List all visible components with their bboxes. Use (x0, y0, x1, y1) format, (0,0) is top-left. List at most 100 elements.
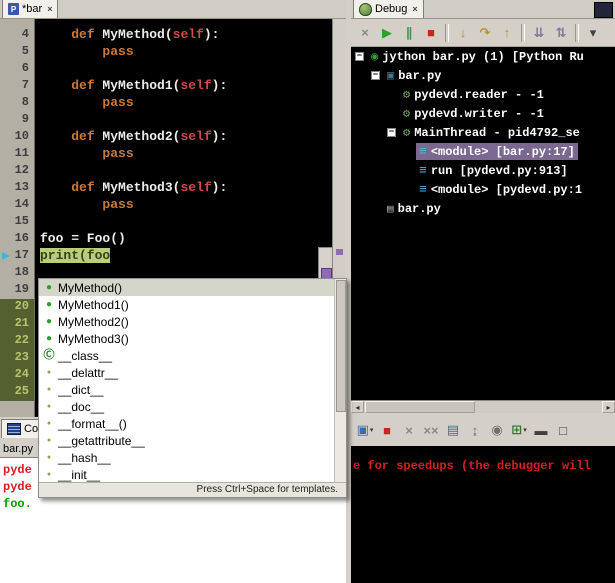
use-step-filters-button[interactable]: ⇅ (551, 23, 571, 43)
pydev-file-icon: P (8, 3, 19, 15)
completion-item[interactable]: ● __format__() (39, 415, 346, 432)
line-number-gutter[interactable]: 4 5 6 7 8 9 10 11 12 13 14 15 16 17 18 19 20 21 22 23 24 25 (0, 19, 35, 417)
completion-item[interactable]: ● __delattr__ (39, 364, 346, 381)
step-into-button[interactable]: ↓ (453, 23, 473, 43)
completion-list[interactable]: ● MyMethod() ● MyMethod1() ● MyMethod2() ● MyMe… (39, 279, 346, 483)
completion-attr-icon: ● (46, 471, 52, 478)
line-number[interactable]: 6 (0, 61, 34, 78)
overview-annotation-purple[interactable] (336, 249, 343, 255)
suspend-button[interactable]: ∥ (399, 23, 419, 43)
completion-item[interactable]: ● MyMethod1() (39, 296, 346, 313)
popup-scrollbar-thumb[interactable] (336, 280, 346, 412)
view-menu-button[interactable]: ▾ (583, 23, 603, 43)
line-number[interactable]: 20 (0, 299, 34, 316)
debug-console-output[interactable]: e for speedups (the debugger will (351, 446, 615, 583)
line-number[interactable]: 18 (0, 265, 34, 282)
clear-console-button[interactable]: ▤ (443, 420, 463, 440)
completion-item-label: __dict__ (58, 382, 104, 397)
scroll-right-button[interactable]: ▸ (602, 401, 615, 413)
terminate-button[interactable]: ■ (421, 23, 441, 43)
line-number[interactable]: 23 (0, 350, 34, 367)
remove-all-terminated-button[interactable]: ×× (421, 420, 441, 440)
tree-row-label: bar.py (397, 201, 441, 216)
line-number[interactable]: 21 (0, 316, 34, 333)
code-line: def MyMethod(self): (71, 27, 220, 42)
debug-tree-row[interactable]: − ▣ bar.py (351, 66, 615, 85)
completion-item-label: __init__ (58, 467, 101, 482)
tree-row-label: jython bar.py (1) [Python Ru (382, 49, 584, 64)
debug-tree-row[interactable]: ≡ <module> [bar.py:17] (351, 142, 615, 161)
display-console-button[interactable]: ▣ ▾ (355, 420, 375, 440)
line-number[interactable]: 13 (0, 180, 34, 197)
resume-button[interactable]: ▶ (377, 23, 397, 43)
debug-tree-row[interactable]: − ◉ jython bar.py (1) [Python Ru (351, 47, 615, 66)
completion-item[interactable]: ● MyMethod() (39, 279, 346, 296)
debug-tree-row[interactable]: ≡ <module> [pydevd.py:1 (351, 180, 615, 199)
scroll-lock-button[interactable]: ↨ (465, 420, 485, 440)
collapse-icon[interactable]: − (355, 52, 364, 61)
step-return-button[interactable]: ↑ (497, 23, 517, 43)
view-restore-button[interactable] (594, 2, 613, 18)
line-number[interactable]: 11 (0, 146, 34, 163)
line-number[interactable]: 19 (0, 282, 34, 299)
line-number[interactable]: 7 (0, 78, 34, 95)
debug-bug-icon (359, 2, 372, 16)
close-icon[interactable]: × (47, 4, 52, 14)
line-number[interactable]: 14 (0, 197, 34, 214)
debug-launch-tree[interactable]: − ◉ jython bar.py (1) [Python Ru − ▣ bar.py ⚙ p… (351, 47, 615, 400)
debug-tree-row[interactable]: ▤ bar.py (351, 199, 615, 218)
collapse-icon[interactable]: − (371, 71, 380, 80)
pin-console-button[interactable]: ◉ (487, 420, 507, 440)
scroll-left-button[interactable]: ◂ (351, 401, 364, 413)
completion-item[interactable]: ● __init__ (39, 466, 346, 483)
minimize-button[interactable]: ▬ (531, 420, 551, 440)
remove-all-terminated-button[interactable]: × (355, 23, 375, 43)
frame-icon: ≡ (419, 163, 427, 178)
drop-to-frame-button[interactable]: ⇊ (529, 23, 549, 43)
completion-item[interactable]: Ⓒ __class__ (39, 347, 346, 364)
collapse-icon[interactable]: − (387, 128, 396, 137)
remove-launch-button[interactable]: × (399, 420, 419, 440)
debug-tabbar: Debug × (351, 0, 615, 19)
line-number[interactable]: 16 (0, 231, 34, 248)
frame-icon: ≡ (419, 182, 427, 197)
debug-tree-row[interactable]: ⚙ pydevd.writer - -1 (351, 104, 615, 123)
completion-item[interactable]: ● __hash__ (39, 449, 346, 466)
editor-tabbar: P *bar × (0, 0, 346, 19)
line-number[interactable]: 24 (0, 367, 34, 384)
editor-tab-bar[interactable]: P *bar × (2, 0, 59, 18)
line-number[interactable]: 22 (0, 333, 34, 350)
debug-tree-row[interactable]: ⚙ pydevd.reader - -1 (351, 85, 615, 104)
popup-scrollbar[interactable] (334, 279, 346, 483)
debug-tab[interactable]: Debug × (353, 0, 424, 18)
debug-tree-row[interactable]: − ⚙ MainThread - pid4792_se (351, 123, 615, 142)
line-number[interactable]: 12 (0, 163, 34, 180)
open-console-button[interactable]: ⊞ ▾ (509, 420, 529, 440)
tree-row-content: ≡ <module> [bar.py:17] (416, 143, 578, 160)
tree-row-content: ⚙ pydevd.reader - -1 (400, 86, 547, 103)
tree-row-label: pydevd.writer - -1 (414, 106, 544, 121)
tree-row-content: ⚙ MainThread - pid4792_se (400, 124, 583, 141)
completion-attr-icon: ● (46, 454, 52, 461)
debug-tree-row[interactable]: ≡ run [pydevd.py:913] (351, 161, 615, 180)
maximize-button[interactable]: □ (553, 420, 573, 440)
completion-item-label: __hash__ (58, 450, 111, 465)
line-number[interactable]: 8 (0, 95, 34, 112)
completion-item[interactable]: ● __dict__ (39, 381, 346, 398)
completion-item[interactable]: ● MyMethod2() (39, 313, 346, 330)
thread-icon: ⚙ (403, 88, 411, 102)
debug-horizontal-scrollbar[interactable]: ◂ ▸ (351, 400, 615, 414)
line-number[interactable]: 5 (0, 44, 34, 61)
line-number[interactable]: 25 (0, 384, 34, 401)
line-number[interactable]: 15 (0, 214, 34, 231)
completion-item[interactable]: ● __doc__ (39, 398, 346, 415)
line-number[interactable]: 9 (0, 112, 34, 129)
completion-item[interactable]: ● MyMethod3() (39, 330, 346, 347)
line-number[interactable]: 4 (0, 27, 34, 44)
scrollbar-thumb[interactable] (365, 401, 475, 413)
terminate-button[interactable]: ■ (377, 420, 397, 440)
completion-item[interactable]: ● __getattribute__ (39, 432, 346, 449)
line-number[interactable]: 10 (0, 129, 34, 146)
step-over-button[interactable]: ↷ (475, 23, 495, 43)
close-icon[interactable]: × (412, 4, 417, 14)
